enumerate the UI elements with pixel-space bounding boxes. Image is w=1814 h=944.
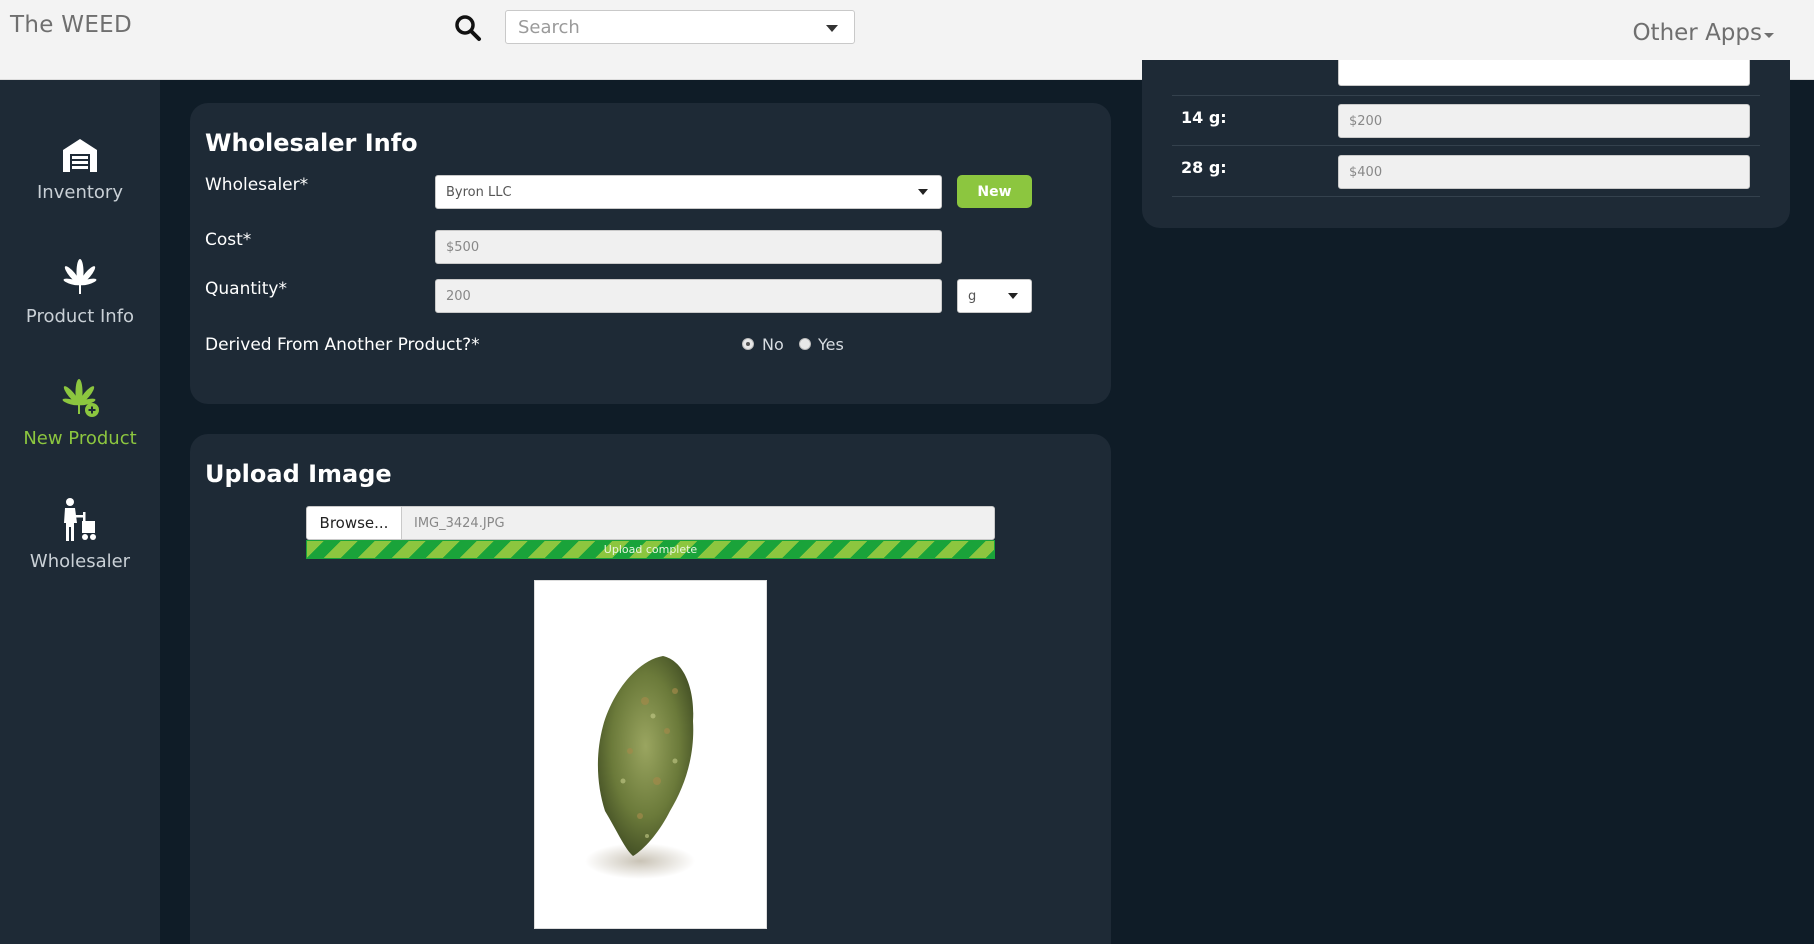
other-apps-menu[interactable]: Other Apps <box>1632 20 1762 46</box>
section-title: Upload Image <box>205 460 392 488</box>
derived-label: Derived From Another Product?* <box>205 335 480 355</box>
person-cart-icon <box>64 498 96 541</box>
quantity-label: Quantity* <box>205 279 287 299</box>
sidebar-item-label: Inventory <box>37 182 123 203</box>
chevron-down-icon[interactable] <box>1008 293 1018 299</box>
chevron-down-icon[interactable] <box>1764 33 1774 38</box>
file-input-group: Browse... IMG_3424.JPG <box>306 506 995 540</box>
price-field-partial[interactable] <box>1338 60 1750 86</box>
image-preview <box>534 580 767 929</box>
cost-label: Cost* <box>205 230 252 250</box>
chevron-down-icon[interactable] <box>918 189 928 195</box>
price-field[interactable]: $200 <box>1338 104 1750 138</box>
wholesaler-label: Wholesaler* <box>205 175 309 195</box>
derived-yes-radio[interactable] <box>799 338 811 350</box>
new-wholesaler-button[interactable]: New <box>957 175 1032 208</box>
cannabis-leaf-plus-icon <box>62 379 99 417</box>
wholesaler-select[interactable]: Byron LLC <box>435 175 942 209</box>
section-title: Wholesaler Info <box>205 129 418 157</box>
unit-select[interactable]: g <box>957 279 1032 313</box>
sidebar-item-label: Product Info <box>25 306 135 327</box>
sidebar: Inventory Product Info New Product Whole… <box>0 80 160 944</box>
sidebar-item-wholesaler[interactable]: Wholesaler <box>0 497 160 572</box>
sidebar-item-label: Wholesaler <box>29 551 131 572</box>
derived-no-radio[interactable] <box>742 338 754 350</box>
search-dropdown[interactable] <box>505 10 855 44</box>
warehouse-icon <box>63 139 97 172</box>
unit-selected-value: g <box>968 288 977 304</box>
wholesaler-selected-value: Byron LLC <box>446 184 512 200</box>
price-row-label: 14 g: <box>1181 108 1227 127</box>
derived-no-label[interactable]: No <box>762 335 784 354</box>
sidebar-item-inventory[interactable]: Inventory <box>0 136 160 203</box>
chevron-down-icon[interactable] <box>826 25 838 32</box>
file-name-field[interactable]: IMG_3424.JPG <box>402 506 995 540</box>
cannabis-bud-image <box>585 656 695 879</box>
search-icon[interactable] <box>453 13 483 43</box>
sidebar-item-label: New Product <box>23 428 137 449</box>
price-row-label: 28 g: <box>1181 158 1227 177</box>
sidebar-item-product-info[interactable]: Product Info <box>0 258 160 327</box>
search-input[interactable] <box>506 11 806 43</box>
price-field[interactable]: $400 <box>1338 155 1750 189</box>
brand-title[interactable]: The WEED <box>10 12 132 38</box>
upload-progress-text: Upload complete <box>603 543 698 556</box>
upload-progress-bar: Upload complete <box>306 540 995 559</box>
cannabis-leaf-icon <box>63 259 97 294</box>
quantity-field[interactable]: 200 <box>435 279 942 313</box>
derived-yes-label[interactable]: Yes <box>818 335 844 354</box>
browse-button[interactable]: Browse... <box>306 506 402 540</box>
cost-field[interactable]: $500 <box>435 230 942 264</box>
sidebar-item-new-product[interactable]: New Product <box>0 378 160 449</box>
